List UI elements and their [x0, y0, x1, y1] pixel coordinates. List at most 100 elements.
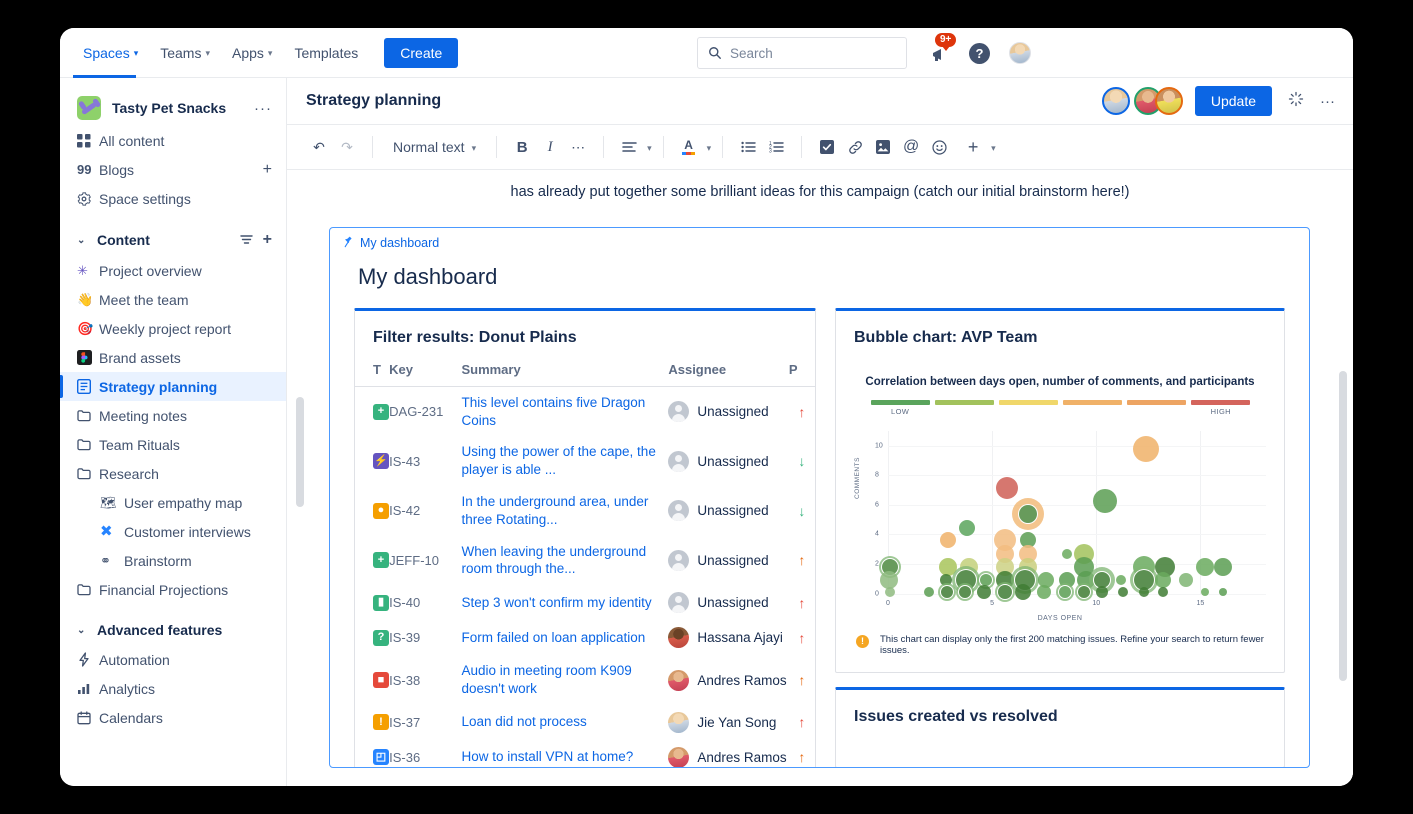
bubble-point[interactable] — [959, 519, 976, 536]
update-button[interactable]: Update — [1194, 86, 1272, 116]
issue-summary[interactable]: In the underground area, under three Rot… — [461, 486, 668, 536]
chevron-down-icon[interactable]: ▾ — [991, 143, 996, 154]
sidebar-section-advanced-features[interactable]: ⌄ Advanced features — [60, 613, 286, 645]
issue-summary-link[interactable]: How to install VPN at home? — [461, 748, 668, 766]
nav-item-templates[interactable]: Templates — [284, 39, 368, 67]
emoji-button[interactable] — [925, 133, 953, 161]
avatar[interactable] — [1101, 87, 1130, 115]
add-blog-button[interactable]: + — [263, 161, 272, 178]
table-row[interactable]: ● IS-42 In the underground area, under thr… — [355, 486, 815, 536]
table-row[interactable]: ⚡ IS-43 Using the power of the cape, the p… — [355, 436, 815, 486]
more-formatting-button[interactable]: ⋯ — [564, 133, 592, 161]
profile-avatar[interactable] — [1009, 42, 1031, 64]
sidebar-item-project-overview[interactable]: ✳ Project overview — [60, 256, 286, 285]
bubble-point[interactable] — [1178, 573, 1193, 588]
sidebar-item-customer-interviews[interactable]: ✖ Customer interviews — [60, 517, 286, 546]
bullet-list-button[interactable] — [734, 133, 762, 161]
bold-button[interactable]: B — [508, 133, 536, 161]
align-button[interactable] — [615, 133, 643, 161]
nav-item-spaces[interactable]: Spaces ▾ — [73, 39, 148, 67]
issue-summary-link[interactable]: When leaving the underground room throug… — [461, 543, 668, 579]
avatar[interactable] — [1154, 87, 1183, 115]
table-row[interactable]: ? IS-39 Form failed on loan application Has… — [355, 620, 815, 655]
bubble-point[interactable] — [1133, 435, 1160, 462]
sidebar-item-blogs[interactable]: 99 Blogs + — [60, 155, 286, 184]
issue-summary-link[interactable]: In the underground area, under three Rot… — [461, 493, 668, 529]
image-button[interactable] — [869, 133, 897, 161]
bubble-point[interactable] — [1214, 558, 1233, 577]
issue-summary-link[interactable]: Form failed on loan application — [461, 629, 668, 647]
issue-summary[interactable]: Audio in meeting room K909 doesn't work — [461, 655, 668, 705]
bubble-point[interactable] — [1157, 586, 1168, 597]
sidebar-item-all-content[interactable]: All content — [60, 126, 286, 155]
issue-summary[interactable]: Loan did not process — [461, 705, 668, 740]
text-color-button[interactable]: A — [675, 133, 703, 161]
bubble-point[interactable] — [995, 476, 1018, 499]
bubble-point[interactable] — [1015, 583, 1032, 600]
page-scrollbar[interactable] — [296, 397, 304, 507]
issue-key[interactable]: IS-42 — [389, 486, 461, 536]
bubble-point[interactable] — [1116, 575, 1127, 586]
italic-button[interactable]: I — [536, 133, 564, 161]
bubble-point[interactable] — [940, 532, 957, 549]
search-input[interactable]: Search — [697, 37, 907, 69]
issue-summary[interactable]: Using the power of the cape, the player … — [461, 436, 668, 486]
bubble-point[interactable] — [1062, 549, 1073, 560]
issue-summary[interactable]: This level contains five Dragon Coins — [461, 386, 668, 436]
sidebar-item-brand-assets[interactable]: Brand assets — [60, 343, 286, 372]
sidebar-item-space-settings[interactable]: Space settings — [60, 184, 286, 213]
issue-key[interactable]: IS-43 — [389, 436, 461, 486]
table-row[interactable]: ◰ IS-36 How to install VPN at home? Andres … — [355, 740, 815, 767]
column-header-assignee[interactable]: Assignee — [668, 361, 789, 387]
bubble-point[interactable] — [997, 584, 1012, 599]
issue-key[interactable]: DAG-231 — [389, 386, 461, 436]
table-row[interactable]: + DAG-231 This level contains five Dragon … — [355, 386, 815, 436]
table-row[interactable]: ■ IS-38 Audio in meeting room K909 doesn't… — [355, 655, 815, 705]
text-style-dropdown[interactable]: Normal text ▾ — [384, 133, 485, 161]
insert-button[interactable]: + — [959, 133, 987, 161]
sidebar-item-strategy-planning[interactable]: Strategy planning — [60, 372, 286, 401]
sidebar-item-calendars[interactable]: Calendars — [60, 703, 286, 732]
sidebar-section-content[interactable]: ⌄ Content + — [60, 222, 286, 256]
chevron-down-icon[interactable]: ▾ — [707, 143, 712, 154]
undo-button[interactable]: ↶ — [305, 133, 333, 161]
sidebar-item-research[interactable]: Research — [60, 459, 286, 488]
issue-summary[interactable]: Form failed on loan application — [461, 620, 668, 655]
table-row[interactable]: ! IS-37 Loan did not process Jie Yan Song ↑ — [355, 705, 815, 740]
chevron-down-icon[interactable]: ▾ — [647, 143, 652, 154]
sidebar-item-financial-projections[interactable]: Financial Projections — [60, 575, 286, 604]
issue-summary[interactable]: When leaving the underground room throug… — [461, 536, 668, 586]
bubble-point[interactable] — [1118, 586, 1129, 597]
sidebar-item-automation[interactable]: Automation — [60, 645, 286, 674]
notifications-button[interactable]: 9+ — [930, 33, 957, 65]
nav-item-teams[interactable]: Teams ▾ — [150, 39, 220, 67]
space-more-button[interactable]: ··· — [254, 100, 272, 117]
redo-button[interactable]: ↷ — [333, 133, 361, 161]
jira-dashboard-macro[interactable]: My dashboard My dashboard Filter results… — [329, 226, 1310, 768]
filter-icon[interactable] — [239, 233, 253, 248]
bubble-point[interactable] — [1200, 587, 1209, 596]
bubble-point[interactable] — [1059, 585, 1071, 598]
issue-key[interactable]: IS-38 — [389, 655, 461, 705]
space-header[interactable]: Tasty Pet Snacks ··· — [60, 90, 286, 126]
issue-summary-link[interactable]: Audio in meeting room K909 doesn't work — [461, 662, 668, 698]
issue-key[interactable]: JEFF-10 — [389, 536, 461, 586]
issue-summary[interactable]: Step 3 won't confirm my identity — [461, 585, 668, 620]
mention-button[interactable]: @ — [897, 133, 925, 161]
sidebar-item-analytics[interactable]: Analytics — [60, 674, 286, 703]
column-header-type[interactable]: T — [355, 361, 390, 387]
sidebar-item-brainstorm[interactable]: ⚭ Brainstorm — [60, 546, 286, 575]
bubble-point[interactable] — [1037, 584, 1052, 599]
column-header-summary[interactable]: Summary — [461, 361, 669, 387]
presentation-mode-icon[interactable] — [1288, 91, 1304, 111]
issue-summary-link[interactable]: This level contains five Dragon Coins — [461, 394, 668, 430]
bubble-point[interactable] — [1139, 586, 1150, 597]
column-header-priority[interactable]: P — [788, 361, 815, 387]
sidebar-item-meeting-notes[interactable]: Meeting notes — [60, 401, 286, 430]
macro-scrollbar[interactable] — [1339, 371, 1347, 681]
bubble-point[interactable] — [1077, 585, 1090, 598]
bubble-point[interactable] — [1195, 558, 1214, 577]
sidebar-item-meet-the-team[interactable]: 👋 Meet the team — [60, 285, 286, 314]
issue-summary-link[interactable]: Loan did not process — [461, 713, 668, 731]
bubble-point[interactable] — [941, 585, 954, 598]
